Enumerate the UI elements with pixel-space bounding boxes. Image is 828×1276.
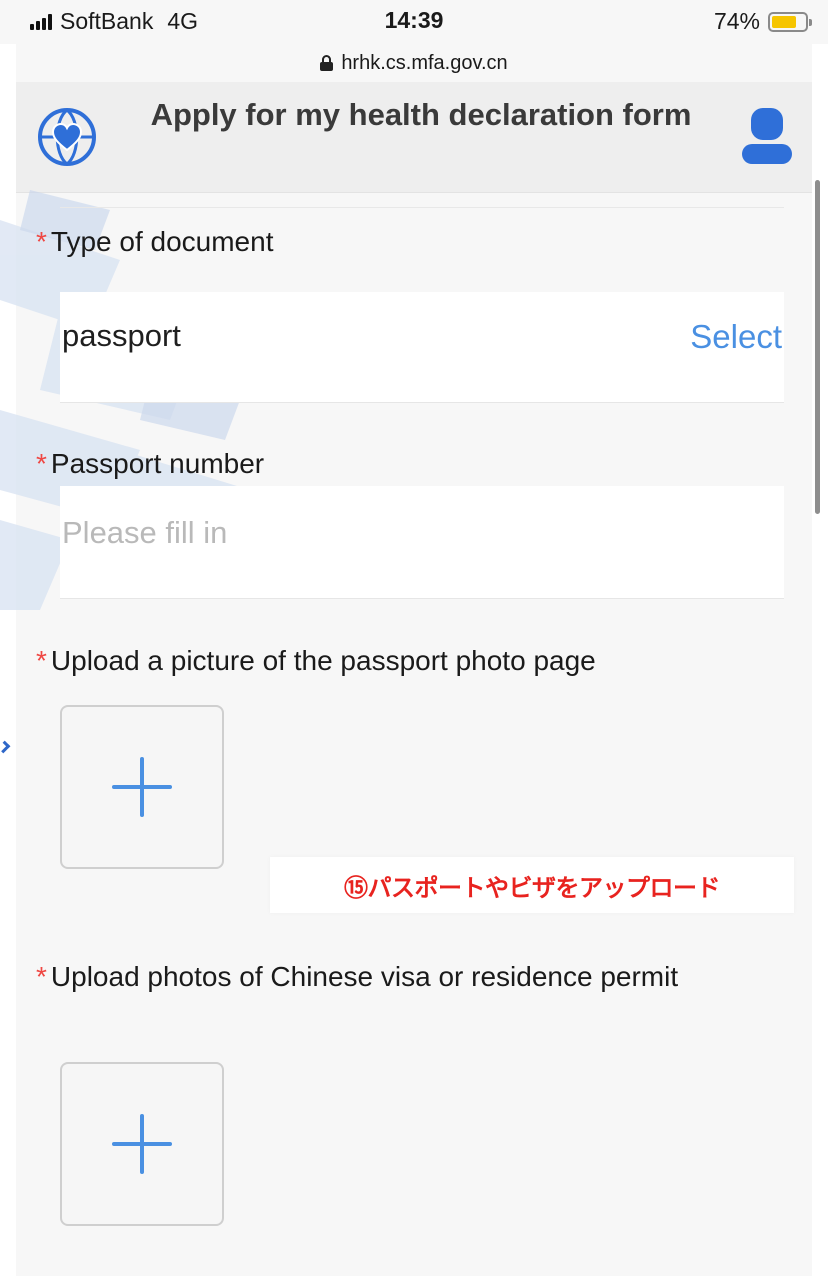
visa-photo-label: * Upload photos of Chinese visa or reside…: [36, 957, 780, 997]
required-mark: *: [36, 448, 47, 479]
document-type-select-button[interactable]: Select: [690, 318, 782, 356]
passport-photo-label-text: Upload a picture of the passport photo p…: [50, 645, 596, 676]
battery-icon: [768, 11, 812, 32]
page-title: Apply for my health declaration form: [150, 97, 692, 132]
network-type: 4G: [167, 8, 199, 34]
passport-number-input[interactable]: Please fill in: [60, 486, 784, 598]
passport-number-label-text: Passport number: [50, 448, 265, 479]
chevron-right-icon: [0, 740, 11, 754]
divider: [60, 598, 784, 599]
visa-photo-upload-button[interactable]: [60, 1062, 224, 1226]
lock-icon: [320, 55, 334, 71]
signal-strength-icon: [30, 13, 52, 30]
battery-percent: 74%: [713, 8, 760, 34]
passport-number-placeholder: Please fill in: [62, 515, 228, 550]
status-bar: SoftBank 4G 14:39 74%: [0, 0, 828, 44]
carrier-info: SoftBank 4G: [30, 8, 198, 35]
visa-photo-label-text: Upload photos of Chinese visa or residen…: [50, 961, 679, 992]
carrier-name: SoftBank: [60, 8, 154, 34]
divider: [60, 402, 784, 403]
required-mark: *: [36, 961, 47, 992]
app-header: Apply for my health declaration form: [16, 82, 812, 193]
document-type-label: * Type of document: [36, 222, 273, 262]
passport-photo-upload-button[interactable]: [60, 705, 224, 869]
required-mark: *: [36, 226, 47, 257]
annotation-text: ⑮パスポートやビザをアップロード: [344, 873, 721, 902]
annotation-callout: ⑮パスポートやビザをアップロード: [270, 857, 794, 913]
battery-fill: [772, 15, 796, 28]
battery-status: 74%: [713, 8, 812, 35]
document-type-label-text: Type of document: [50, 226, 274, 257]
browser-url-bar[interactable]: hrhk.cs.mfa.gov.cn: [16, 44, 812, 82]
scrollbar[interactable]: [815, 180, 820, 514]
globe-heart-icon[interactable]: [36, 106, 98, 168]
plus-icon: [112, 1114, 172, 1174]
document-type-value: passport: [62, 318, 181, 353]
document-type-field[interactable]: passport Select: [60, 292, 784, 402]
url-text: hrhk.cs.mfa.gov.cn: [341, 51, 508, 74]
passport-number-label: * Passport number: [36, 444, 264, 484]
divider: [60, 207, 784, 208]
passport-photo-label: * Upload a picture of the passport photo …: [36, 641, 596, 681]
required-mark: *: [36, 645, 47, 676]
user-profile-icon[interactable]: [742, 108, 792, 164]
plus-icon: [112, 757, 172, 817]
